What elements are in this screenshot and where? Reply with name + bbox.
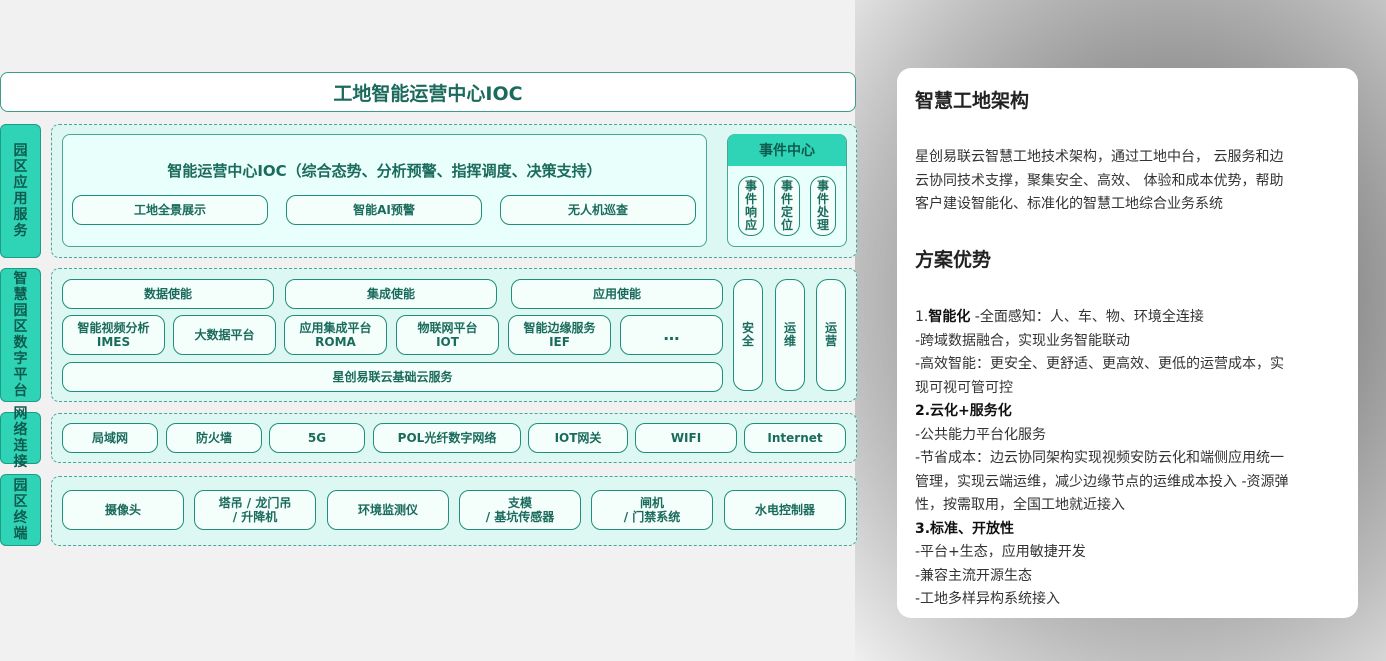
- terminal-line2: / 基坑传感器: [485, 510, 555, 524]
- service-line1: 智能边缘服务: [523, 321, 596, 335]
- event-center-title: 事件中心: [728, 134, 846, 166]
- intro-line: 云协同技术支撑，聚集安全、高效、 体验和成本优势，帮助: [915, 172, 1284, 189]
- network-item: 5G: [269, 423, 365, 453]
- section1-title: 智能化: [928, 309, 971, 325]
- platform-service: 智能边缘服务 IEF: [508, 315, 611, 355]
- enabler-item: 数据使能: [62, 279, 274, 309]
- service-line1: 物联网平台: [417, 321, 478, 335]
- app-item: 智能AI预警: [286, 195, 482, 225]
- terminal-line1: 支模: [507, 496, 532, 510]
- platform-vertical: 安全: [733, 279, 763, 391]
- ioc-heading: 智能运营中心IOC（综合态势、分析预警、指挥调度、决策支持）: [167, 162, 602, 180]
- service-line1: 智能视频分析: [77, 321, 150, 335]
- service-line1: 应用集成平台: [299, 321, 372, 335]
- intro-line: 星创易联云智慧工地技术架构，通过工地中台， 云服务和边: [915, 149, 1284, 165]
- enabler-item: 应用使能: [511, 279, 723, 309]
- network-item: WIFI: [635, 423, 737, 453]
- section2-line: -节省成本：边云协同架构实现视频安防云化和端侧应用统一: [915, 450, 1285, 466]
- architecture-diagram: 工地智能运营中心IOC 园区应用服务 智慧园区数字平台 网络连接 园区终端 智能…: [0, 0, 860, 661]
- network-item: IOT网关: [528, 423, 628, 453]
- network-item: 局域网: [62, 423, 158, 453]
- network-item: 防火墙: [166, 423, 262, 453]
- base-cloud-service: 星创易联云基础云服务: [62, 362, 723, 392]
- service-line2: IMES: [96, 335, 131, 349]
- platform-service: 应用集成平台 ROMA: [284, 315, 387, 355]
- network-item: Internet: [744, 423, 846, 453]
- event-item: 事件定位: [774, 176, 800, 236]
- card-intro: 星创易联云智慧工地技术架构，通过工地中台， 云服务和边 云协同技术支撑，聚集安全…: [915, 146, 1344, 217]
- app-item: 工地全景展示: [72, 195, 268, 225]
- terminal-item: 闸机 / 门禁系统: [591, 490, 713, 530]
- service-line2: ROMA: [315, 335, 356, 349]
- section3-line: -工地多样异构系统接入: [915, 591, 1061, 607]
- section1-line: -跨域数据融合，实现业务智能联动: [915, 332, 1131, 349]
- terminal-line1: 塔吊 / 龙门吊: [218, 496, 292, 510]
- platform-service: 大数据平台: [173, 315, 276, 355]
- card-title: 智慧工地架构: [915, 90, 1030, 112]
- network-item: POL光纤数字网络: [373, 423, 521, 453]
- terminal-line1: 摄像头: [104, 503, 141, 517]
- enabler-item: 集成使能: [285, 279, 497, 309]
- service-line2: IOT: [436, 335, 459, 349]
- side-label-app-services: 园区应用服务: [0, 124, 41, 258]
- side-label-digital-platform: 智慧园区数字平台: [0, 268, 41, 402]
- platform-service: 智能视频分析 IMES: [62, 315, 165, 355]
- terminal-line2: / 升降机: [232, 510, 278, 524]
- side-label-terminals: 园区终端: [0, 474, 41, 546]
- event-item: 事件处理: [810, 176, 836, 236]
- advantages-body: 1.智能化 -全面感知：人、车、物、环境全连接 -跨域数据融合，实现业务智能联动…: [915, 306, 1344, 612]
- section3-line: -兼容主流开源生态: [915, 567, 1033, 584]
- section1-line: 现可视可管可控: [915, 379, 1013, 396]
- event-item: 事件响应: [738, 176, 764, 236]
- platform-vertical: 运维: [775, 279, 805, 391]
- service-line1: 大数据平台: [194, 328, 255, 342]
- section2-line: -公共能力平台化服务: [915, 426, 1047, 443]
- section2-title: 2.云化+服务化: [915, 403, 1012, 419]
- terminal-item: 支模 / 基坑传感器: [459, 490, 581, 530]
- section1-header: 1.智能化 -全面感知：人、车、物、环境全连接: [915, 306, 1344, 330]
- platform-vertical: 运营: [816, 279, 846, 391]
- advantages-title: 方案优势: [915, 249, 992, 271]
- terminal-line1: 闸机: [639, 496, 664, 510]
- section3-line: -平台+生态，应用敏捷开发: [915, 544, 1086, 560]
- section2-line: 管理，实现云端运维，减少边缘节点的运维成本投入 -资源弹: [915, 473, 1289, 490]
- terminal-line1: 环境监测仪: [357, 503, 418, 517]
- terminal-item: 塔吊 / 龙门吊 / 升降机: [194, 490, 316, 530]
- terminal-item: 水电控制器: [724, 490, 846, 530]
- terminal-item: 摄像头: [62, 490, 184, 530]
- terminal-item: 环境监测仪: [327, 490, 449, 530]
- ioc-box: [62, 134, 707, 247]
- section3-title: 3.标准、开放性: [915, 520, 1015, 537]
- section1-tail: -全面感知：人、车、物、环境全连接: [970, 309, 1204, 325]
- platform-service: 物联网平台 IOT: [396, 315, 499, 355]
- intro-line: 客户建设智能化、标准化的智慧工地综合业务系统: [915, 196, 1223, 212]
- platform-service-more: …: [620, 315, 723, 355]
- diagram-title: 工地智能运营中心IOC: [0, 72, 856, 112]
- section1-num: 1.: [915, 309, 929, 325]
- info-card: 智慧工地架构 星创易联云智慧工地技术架构，通过工地中台， 云服务和边 云协同技术…: [897, 68, 1358, 618]
- terminal-line2: / 门禁系统: [623, 510, 681, 524]
- app-item: 无人机巡查: [500, 195, 696, 225]
- section2-line: 性，按需取用，全国工地就近接入: [915, 497, 1125, 513]
- terminal-line1: 水电控制器: [754, 503, 815, 517]
- section1-line: -高效智能：更安全、更舒适、更高效、更低的运营成本，实: [915, 356, 1285, 372]
- service-line2: IEF: [549, 335, 570, 349]
- side-label-network: 网络连接: [0, 406, 41, 470]
